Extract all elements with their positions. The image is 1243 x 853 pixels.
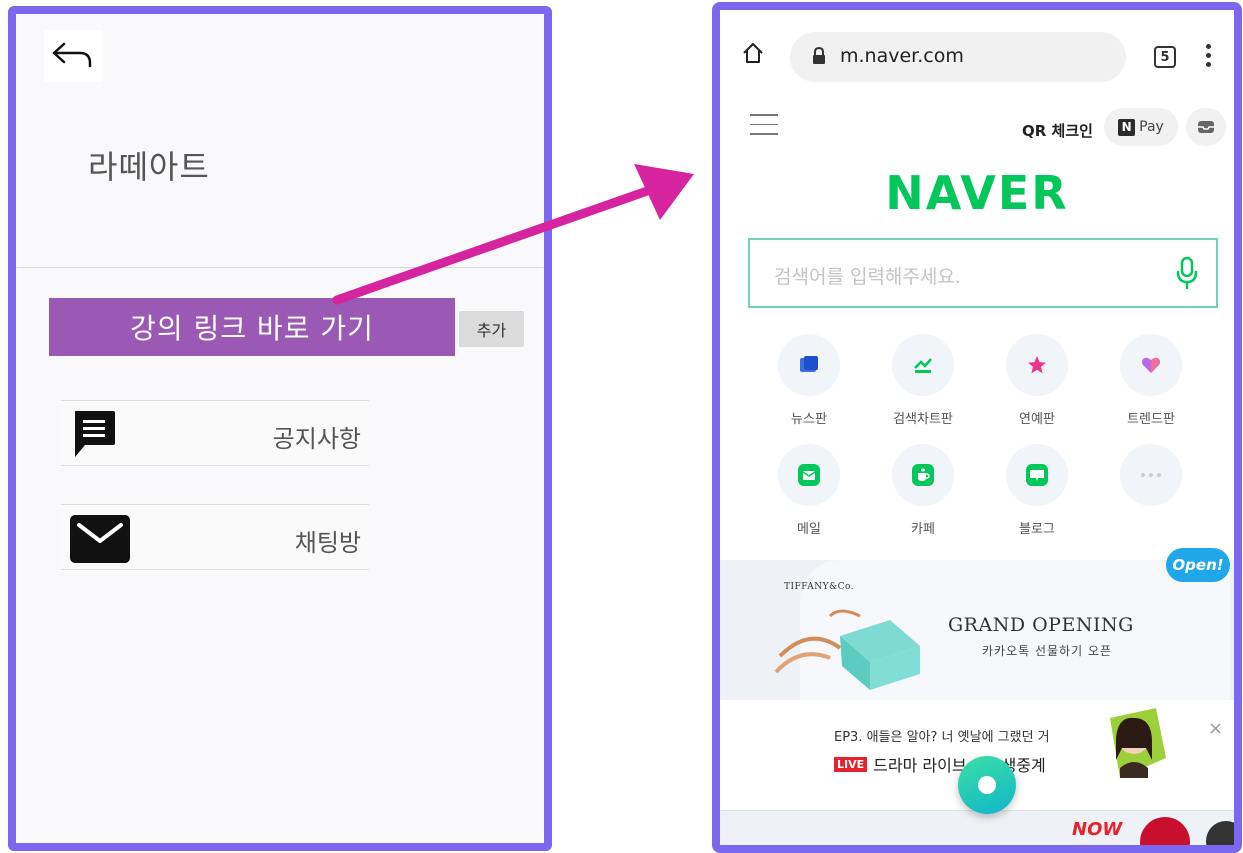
menu-item-label: 채팅방	[294, 529, 361, 557]
inbox-button[interactable]	[1186, 108, 1226, 146]
now-thumbnail[interactable]	[1140, 817, 1190, 845]
home-icon[interactable]	[742, 42, 764, 64]
left-phone-screen: 라떼아트 강의 링크 바로 가기 추가 공지사항 채팅방	[8, 6, 552, 851]
search-input[interactable]: 검색어를 입력해주세요.	[748, 238, 1218, 308]
back-button[interactable]	[44, 30, 102, 82]
service-label: 연예판	[1019, 412, 1055, 427]
service-entertainment[interactable]: 연예판	[982, 334, 1092, 427]
service-label: 카페	[911, 522, 935, 537]
npay-icon: N	[1118, 118, 1136, 136]
service-mail[interactable]: 메일	[754, 444, 864, 537]
tab-switcher-button[interactable]: 5	[1154, 46, 1176, 68]
menu-item-notice[interactable]: 공지사항	[61, 400, 369, 466]
service-cafe[interactable]: 카페	[868, 444, 978, 537]
menu-icon[interactable]	[750, 114, 778, 143]
mail-icon	[70, 515, 130, 563]
live-episode-text: EP3. 애들은 알아? 너 옛날에 그랬던 거	[834, 730, 1050, 745]
service-label: 블로그	[1019, 522, 1055, 537]
live-badge: LIVE	[834, 756, 868, 772]
heart-icon	[1142, 357, 1160, 373]
back-arrow-icon	[52, 42, 92, 68]
service-trend[interactable]: 트렌드판	[1096, 334, 1206, 427]
blog-icon	[1026, 464, 1048, 486]
url-text: m.naver.com	[840, 45, 964, 67]
menu-item-label: 공지사항	[272, 425, 361, 453]
browser-toolbar: m.naver.com 5	[720, 10, 1234, 96]
open-badge: Open!	[1166, 548, 1230, 582]
mic-icon[interactable]	[1176, 256, 1198, 290]
add-button[interactable]: 추가	[459, 311, 524, 347]
naver-home: QR 체크인 N Pay NAVER 검색어를 입력해주세요. 뉴스판 검색차트…	[720, 96, 1234, 845]
ad-banner[interactable]: TIFFANY&Co. GRAND OPENING 카카오톡 선물하기 오픈 O…	[720, 548, 1234, 700]
star-icon	[1028, 356, 1046, 374]
gift-box-image	[774, 609, 920, 690]
live-title-row: LIVE 드라마 라이브 3화 생중계	[834, 752, 1046, 776]
more-options-icon[interactable]	[1206, 44, 1212, 72]
npay-label: Pay	[1139, 119, 1164, 135]
lock-icon	[813, 47, 825, 64]
close-icon[interactable]: ×	[1208, 718, 1223, 739]
inbox-icon	[1198, 121, 1214, 133]
right-phone-screen: m.naver.com 5 QR 체크인 N Pay NAVER 검색어를 입력…	[712, 2, 1242, 853]
npay-button[interactable]: N Pay	[1104, 108, 1178, 146]
chart-icon	[914, 358, 932, 373]
service-label: 트렌드판	[1127, 412, 1175, 427]
service-label: 뉴스판	[791, 412, 827, 427]
search-placeholder: 검색어를 입력해주세요.	[774, 266, 961, 288]
cafe-icon	[912, 464, 934, 486]
page-title: 라떼아트	[88, 148, 210, 186]
service-blog[interactable]: 블로그	[982, 444, 1092, 537]
lecture-link-button[interactable]: 강의 링크 바로 가기	[49, 298, 455, 356]
banner-headline: GRAND OPENING	[948, 614, 1134, 636]
menu-item-chat[interactable]: 채팅방	[61, 504, 369, 570]
service-search-chart[interactable]: 검색차트판	[868, 334, 978, 427]
green-dot-button[interactable]	[958, 756, 1016, 814]
service-label: 검색차트판	[893, 412, 953, 427]
service-news[interactable]: 뉴스판	[754, 334, 864, 427]
mail-icon	[798, 464, 820, 486]
banner-subline: 카카오톡 선물하기 오픈	[982, 644, 1113, 658]
now-label: NOW	[1072, 819, 1123, 840]
now-thumbnail-2[interactable]	[1206, 821, 1234, 845]
title-divider	[16, 267, 544, 268]
qr-checkin-link[interactable]: QR 체크인	[1022, 120, 1093, 141]
bottom-feed-preview: NOW	[720, 810, 1234, 845]
url-bar[interactable]: m.naver.com	[790, 32, 1126, 82]
naver-logo[interactable]: NAVER	[720, 166, 1234, 220]
more-icon	[1141, 473, 1161, 477]
news-icon	[800, 356, 818, 372]
avatar	[1110, 708, 1166, 778]
service-label: 메일	[797, 522, 821, 537]
service-more[interactable]	[1096, 444, 1206, 518]
message-icon	[75, 411, 115, 457]
